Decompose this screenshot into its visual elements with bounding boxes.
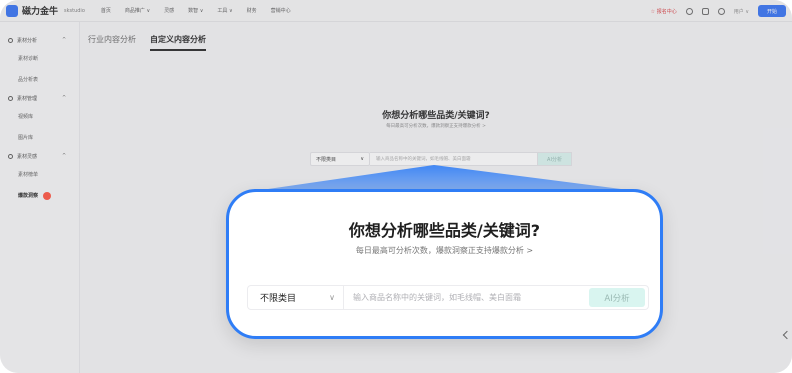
zoom-keyword-input[interactable]: 输入商品名称中的关键词，如毛线帽、美白面霜 [344, 286, 589, 309]
topnav-item-tools[interactable]: 工具 ∨ [217, 7, 232, 14]
chevron-up-icon: ^ [62, 95, 67, 101]
topnav-item-finance[interactable]: 财务 [247, 7, 257, 14]
chevron-up-icon: ^ [62, 153, 67, 159]
zoom-category-select[interactable]: 不限类目 ∨ [248, 286, 344, 309]
sidebar-item-video-library[interactable]: 视频库 [0, 106, 79, 127]
sidebar-item-hot-insight[interactable]: 爆款洞察 [0, 185, 79, 206]
app-title: 磁力金牛 [22, 7, 59, 17]
sidebar-group-label: 素材管理 [17, 95, 38, 102]
chevron-up-icon: ^ [62, 37, 67, 43]
analysis-icon [8, 37, 13, 43]
zoom-search-row: 不限类目 ∨ 输入商品名称中的关键词，如毛线帽、美白面霜 AI分析 [247, 285, 649, 310]
zoom-prompt-subtitle[interactable]: 每日最高可分析次数，爆款洞察正支持爆款分析 > [229, 245, 660, 256]
tab-industry-analysis[interactable]: 行业内容分析 [88, 34, 136, 51]
topnav-item-data[interactable]: 数智 ∨ [188, 7, 203, 14]
sidebar-group-material-inspiration[interactable]: 素材灵感 ^ [0, 148, 79, 164]
sidebar-item-product-analysis[interactable]: 品分析表 [0, 69, 79, 90]
chevron-down-icon: ∨ [329, 293, 335, 302]
topnav-item-home[interactable]: 首页 [101, 7, 111, 14]
top-right-actions: ☆ 报名中心 用户 ∨ 开始 [651, 0, 786, 22]
category-select-value: 不限类目 [316, 156, 337, 163]
sidebar-group-material-analysis[interactable]: 素材分析 ^ [0, 32, 79, 48]
search-row: 不限类目 ∨ 输入商品名称中的关键词，如毛线帽、美白面霜 AI分析 [310, 152, 572, 166]
sidebar-item-label: 爆款洞察 [18, 193, 39, 199]
zoom-prompt-title: 你想分析哪些品类/关键词? [348, 221, 541, 240]
zoom-category-value: 不限类目 [260, 294, 297, 304]
notification-icon[interactable] [717, 7, 725, 15]
sidebar-item-ranking[interactable]: 素材榜单 [0, 164, 79, 185]
tab-custom-analysis[interactable]: 自定义内容分析 [150, 34, 206, 51]
topnav-item-marketing[interactable]: 营销中心 [271, 7, 291, 14]
top-action-button[interactable]: 开始 [758, 5, 786, 17]
zoom-callout: 你想分析哪些品类/关键词? 每日最高可分析次数，爆款洞察正支持爆款分析 > 不限… [226, 189, 663, 339]
hot-badge-icon [43, 191, 52, 200]
page-prompt-title: 你想分析哪些品类/关键词? [382, 111, 490, 121]
ai-analyze-button[interactable]: AI分析 [538, 152, 572, 166]
user-menu[interactable]: 用户 ∨ [734, 8, 749, 15]
signup-center-link[interactable]: ☆ 报名中心 [651, 8, 677, 15]
topnav-item-promotion[interactable]: 商品推广 ∨ [125, 7, 150, 14]
sidebar-group-label: 素材分析 [17, 37, 38, 44]
shop-name[interactable]: skstudio [64, 8, 85, 14]
content-tabs: 行业内容分析 自定义内容分析 [88, 34, 206, 51]
app-window: 磁力金牛 skstudio 首页 商品推广 ∨ 灵感 数智 ∨ 工具 ∨ 财务 … [0, 0, 792, 373]
top-bar: 磁力金牛 skstudio 首页 商品推广 ∨ 灵感 数智 ∨ 工具 ∨ 财务 … [0, 0, 792, 22]
sidebar: 素材分析 ^ 素材诊断 品分析表 素材管理 ^ 视频库 图片库 素材灵感 ^ 素… [0, 22, 80, 373]
sidebar-item-diagnosis[interactable]: 素材诊断 [0, 48, 79, 69]
zoom-ai-analyze-button[interactable]: AI分析 [589, 288, 645, 307]
keyword-input[interactable]: 输入商品名称中的关键词，如毛线帽、美白面霜 [370, 152, 538, 166]
sidebar-group-label: 素材灵感 [17, 153, 38, 160]
sidebar-group-material-management[interactable]: 素材管理 ^ [0, 90, 79, 106]
help-icon[interactable] [685, 7, 693, 15]
sidebar-item-image-library[interactable]: 图片库 [0, 127, 79, 148]
topnav-item-inspiration[interactable]: 灵感 [164, 7, 174, 14]
category-select[interactable]: 不限类目 ∨ [310, 152, 370, 166]
grid-icon[interactable] [701, 7, 709, 15]
brand-logo-icon [6, 4, 18, 17]
chevron-down-icon: ∨ [360, 156, 364, 162]
top-nav: 首页 商品推广 ∨ 灵感 数智 ∨ 工具 ∨ 财务 营销中心 [101, 7, 291, 14]
bulb-icon [8, 153, 13, 159]
management-icon [8, 95, 13, 101]
page-prompt-subtitle[interactable]: 每日最高可分析次数，爆款洞察正支持爆款分析 > [80, 123, 792, 129]
